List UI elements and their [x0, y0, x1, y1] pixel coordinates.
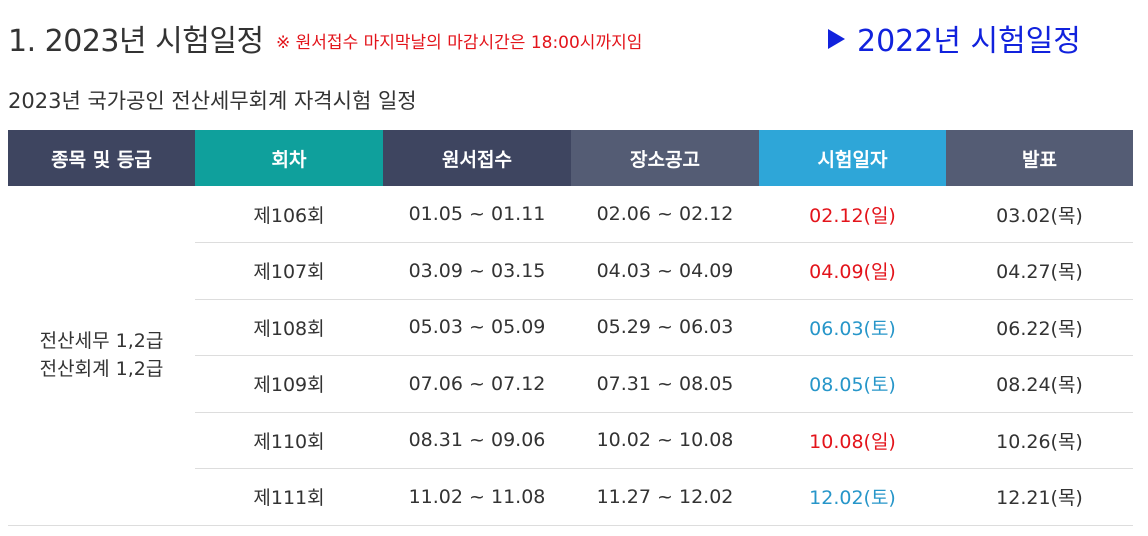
- exam-date-cell: 02.12(일): [759, 186, 946, 243]
- application-period-cell: 11.02 ~ 11.08: [383, 468, 571, 526]
- announcement-date-cell: 10.26(목): [946, 412, 1133, 469]
- announcement-date-cell: 06.22(목): [946, 299, 1133, 356]
- application-period-cell: 07.06 ~ 07.12: [383, 355, 571, 413]
- venue-notice-cell: 02.06 ~ 02.12: [571, 186, 759, 243]
- announcement-date-cell: 08.24(목): [946, 355, 1133, 413]
- application-period-cell: 08.31 ~ 09.06: [383, 412, 571, 469]
- table-row: 전산세무 1,2급 전산회계 1,2급 제106회 01.05 ~ 01.11 …: [8, 186, 1133, 526]
- column-header-round: 회차: [195, 130, 383, 186]
- exam-date-cell: 12.02(토): [759, 468, 946, 526]
- grade-line-tax: 전산세무 1,2급: [39, 330, 164, 353]
- exam-schedule-table: 종목 및 등급 회차 원서접수 장소공고 시험일자 발표 전산세무 1,2급 전…: [8, 130, 1133, 526]
- column-header-exam-date: 시험일자: [759, 130, 946, 186]
- exam-date-cell: 04.09(일): [759, 242, 946, 300]
- round-cell: 제108회: [195, 299, 383, 356]
- exam-date-cell: 08.05(토): [759, 355, 946, 413]
- round-cell: 제111회: [195, 468, 383, 526]
- round-cell: 제106회: [195, 186, 383, 243]
- announcement-date-cell: 12.21(목): [946, 468, 1133, 526]
- venue-notice-cell: 11.27 ~ 12.02: [571, 468, 759, 526]
- venue-notice-cell: 04.03 ~ 04.09: [571, 242, 759, 300]
- prev-year-link-label: 2022년 시험일정: [857, 24, 1081, 59]
- round-cell: 제110회: [195, 412, 383, 469]
- column-header-application: 원서접수: [383, 130, 571, 186]
- application-period-cell: 01.05 ~ 01.11: [383, 186, 571, 243]
- play-arrow-icon: [828, 29, 845, 49]
- application-period-cell: 03.09 ~ 03.15: [383, 242, 571, 300]
- title-row: 1. 2023년 시험일정 ※ 원서접수 마지막날의 마감시간은 18:00시까…: [8, 12, 1140, 60]
- deadline-note: ※ 원서접수 마지막날의 마감시간은 18:00시까지임: [276, 33, 643, 53]
- venue-notice-cell: 10.02 ~ 10.08: [571, 412, 759, 469]
- schedule-subtitle: 2023년 국가공인 전산세무회계 자격시험 일정: [8, 89, 417, 113]
- table-header-row: 종목 및 등급 회차 원서접수 장소공고 시험일자 발표: [8, 130, 1133, 186]
- column-header-grade: 종목 및 등급: [8, 130, 195, 186]
- grade-cell: 전산세무 1,2급 전산회계 1,2급: [8, 186, 195, 526]
- application-period-cell: 05.03 ~ 05.09: [383, 299, 571, 356]
- prev-year-schedule-link[interactable]: 2022년 시험일정: [828, 16, 1081, 60]
- round-cell: 제109회: [195, 355, 383, 413]
- exam-date-cell: 06.03(토): [759, 299, 946, 356]
- column-header-announcement: 발표: [946, 130, 1133, 186]
- column-header-venue-notice: 장소공고: [571, 130, 759, 186]
- page-title: 1. 2023년 시험일정: [8, 24, 264, 59]
- announcement-date-cell: 03.02(목): [946, 186, 1133, 243]
- exam-date-cell: 10.08(일): [759, 412, 946, 469]
- venue-notice-cell: 05.29 ~ 06.03: [571, 299, 759, 356]
- announcement-date-cell: 04.27(목): [946, 242, 1133, 300]
- grade-line-accounting: 전산회계 1,2급: [39, 358, 164, 381]
- venue-notice-cell: 07.31 ~ 08.05: [571, 355, 759, 413]
- round-cell: 제107회: [195, 242, 383, 300]
